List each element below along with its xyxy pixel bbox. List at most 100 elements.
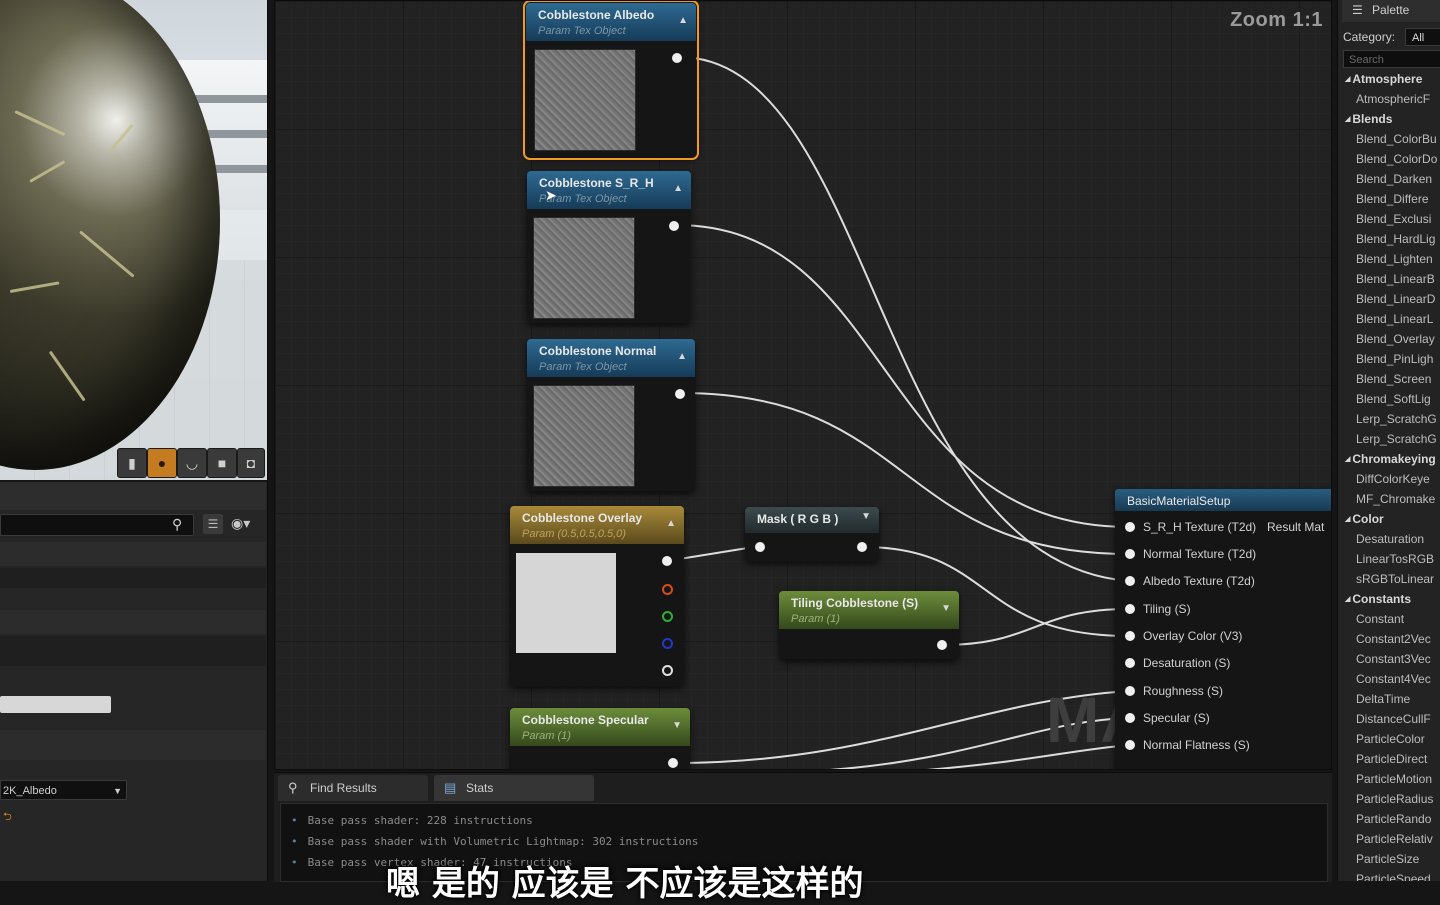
collapse-arrow-icon[interactable]: ▲ bbox=[666, 518, 676, 529]
collapse-arrow-icon[interactable]: ▲ bbox=[677, 351, 687, 362]
texture-asset-dropdown[interactable]: 2K_Albedo ▼ bbox=[0, 780, 127, 800]
preview-mesh-button[interactable]: ◘ bbox=[237, 448, 265, 478]
palette-item[interactable]: Blend_Darken bbox=[1356, 172, 1432, 186]
input-row[interactable]: Albedo Texture (T2d) bbox=[1125, 574, 1255, 588]
palette-item[interactable]: sRGBToLinear bbox=[1356, 572, 1434, 586]
palette-item[interactable]: Desaturation bbox=[1356, 532, 1424, 546]
output-pin[interactable] bbox=[857, 542, 867, 552]
palette-item[interactable]: ParticleRando bbox=[1356, 812, 1431, 826]
input-pin[interactable] bbox=[1125, 713, 1135, 723]
input-row[interactable]: Normal Texture (T2d) bbox=[1125, 547, 1256, 561]
palette-item[interactable]: Constant2Vec bbox=[1356, 632, 1431, 646]
palette-item[interactable]: Constant3Vec bbox=[1356, 652, 1431, 666]
tab-stats[interactable]: ▤ Stats bbox=[434, 775, 594, 801]
reset-arrow-icon[interactable]: ⮌ bbox=[3, 808, 12, 827]
preview-cube-button[interactable]: ■ bbox=[207, 448, 237, 478]
output-pin[interactable] bbox=[675, 389, 685, 399]
palette-category[interactable]: Atmosphere bbox=[1345, 72, 1422, 86]
tab-palette[interactable]: ☰ Palette bbox=[1342, 0, 1440, 22]
palette-search-input[interactable]: Search bbox=[1343, 50, 1440, 68]
details-value-field[interactable] bbox=[0, 696, 111, 713]
palette-item[interactable]: ParticleRadius bbox=[1356, 792, 1433, 806]
palette-item[interactable]: AtmosphericF bbox=[1356, 92, 1430, 106]
palette-category[interactable]: Constants bbox=[1345, 592, 1411, 606]
palette-item[interactable]: ParticleMotion bbox=[1356, 772, 1432, 786]
input-row[interactable]: Normal Flatness (S) bbox=[1125, 738, 1250, 752]
output-pin-a[interactable] bbox=[662, 665, 673, 676]
palette-item[interactable]: ParticleSize bbox=[1356, 852, 1419, 866]
collapse-arrow-icon[interactable]: ▲ bbox=[678, 15, 688, 26]
input-pin[interactable] bbox=[1125, 522, 1135, 532]
input-pin[interactable] bbox=[1125, 576, 1135, 586]
palette-item[interactable]: Constant4Vec bbox=[1356, 672, 1431, 686]
palette-item[interactable]: ParticleColor bbox=[1356, 732, 1425, 746]
palette-item[interactable]: Blend_Screen bbox=[1356, 372, 1431, 386]
palette-item[interactable]: Lerp_ScratchG bbox=[1356, 432, 1437, 446]
output-pin-b[interactable] bbox=[662, 638, 673, 649]
palette-category[interactable]: Color bbox=[1345, 512, 1383, 526]
collapse-arrow-icon[interactable]: ▼ bbox=[941, 603, 951, 614]
details-search-input[interactable] bbox=[0, 514, 194, 536]
node-basic-material-setup[interactable]: BasicMaterialSetup Result Mat S_R_H Text… bbox=[1115, 489, 1331, 769]
palette-item[interactable]: Blend_LinearB bbox=[1356, 272, 1435, 286]
palette-category[interactable]: Blends bbox=[1345, 112, 1392, 126]
palette-item[interactable]: Blend_ColorDo bbox=[1356, 152, 1437, 166]
palette-item[interactable]: Blend_SoftLig bbox=[1356, 392, 1431, 406]
input-row[interactable]: Roughness (S) bbox=[1125, 684, 1223, 698]
preview-cylinder-button[interactable]: ▮ bbox=[117, 448, 147, 478]
input-pin[interactable] bbox=[1125, 686, 1135, 696]
input-row[interactable]: Overlay Color (V3) bbox=[1125, 629, 1242, 643]
list-view-icon[interactable]: ☰ bbox=[203, 514, 223, 534]
palette-item[interactable]: Blend_LinearL bbox=[1356, 312, 1433, 326]
palette-item[interactable]: Constant bbox=[1356, 612, 1404, 626]
palette-item[interactable]: Blend_Exclusi bbox=[1356, 212, 1431, 226]
node-cobblestone-albedo[interactable]: Cobblestone Albedo Param Tex Object ▲ bbox=[523, 1, 699, 160]
collapse-arrow-icon[interactable]: ▲ bbox=[673, 183, 683, 194]
palette-category[interactable]: Chromakeying bbox=[1345, 452, 1435, 466]
input-pin[interactable] bbox=[1125, 631, 1135, 641]
material-preview-viewport[interactable]: ▮ ● ◡ ■ ◘ bbox=[0, 0, 268, 480]
palette-item[interactable]: ParticleSpeed bbox=[1356, 872, 1431, 881]
tab-find-results[interactable]: ⚲ Find Results bbox=[278, 775, 428, 801]
output-pin-r[interactable] bbox=[662, 584, 673, 595]
details-section-row[interactable] bbox=[0, 610, 266, 634]
palette-item[interactable]: Blend_Differe bbox=[1356, 192, 1429, 206]
input-pin[interactable] bbox=[755, 542, 765, 552]
palette-item[interactable]: DeltaTime bbox=[1356, 692, 1410, 706]
details-section-row[interactable] bbox=[0, 542, 266, 566]
preview-sphere-button[interactable]: ● bbox=[147, 448, 177, 478]
output-pin-rgb[interactable] bbox=[662, 556, 672, 566]
details-section-row[interactable] bbox=[0, 730, 266, 760]
output-pin[interactable] bbox=[669, 221, 679, 231]
palette-item[interactable]: Blend_LinearD bbox=[1356, 292, 1435, 306]
node-mask-rgb[interactable]: Mask ( R G B ) ▼ bbox=[745, 507, 879, 561]
palette-item[interactable]: Blend_Lighten bbox=[1356, 252, 1433, 266]
palette-item[interactable]: MF_Chromake bbox=[1356, 492, 1435, 506]
preview-plane-button[interactable]: ◡ bbox=[177, 448, 207, 478]
palette-item[interactable]: DiffColorKeye bbox=[1356, 472, 1430, 486]
node-tiling-cobblestone[interactable]: Tiling Cobblestone (S) Param (1) ▼ bbox=[779, 591, 959, 659]
node-cobblestone-overlay[interactable]: Cobblestone Overlay Param (0.5,0.5,0.5,0… bbox=[510, 506, 684, 686]
input-pin[interactable] bbox=[1125, 658, 1135, 668]
palette-item[interactable]: ParticleRelativ bbox=[1356, 832, 1433, 846]
palette-item[interactable]: Blend_ColorBu bbox=[1356, 132, 1437, 146]
palette-item[interactable]: ParticleDirect bbox=[1356, 752, 1427, 766]
input-pin[interactable] bbox=[1125, 549, 1135, 559]
eye-icon[interactable]: ◉▾ bbox=[231, 515, 250, 532]
input-row[interactable]: Specular (S) bbox=[1125, 711, 1210, 725]
input-pin[interactable] bbox=[1125, 604, 1135, 614]
palette-item[interactable]: Blend_HardLig bbox=[1356, 232, 1435, 246]
output-pin[interactable] bbox=[937, 640, 947, 650]
input-row[interactable]: S_R_H Texture (T2d) bbox=[1125, 520, 1256, 534]
output-pin[interactable] bbox=[668, 758, 678, 768]
collapse-arrow-icon[interactable]: ▼ bbox=[672, 720, 682, 731]
palette-item[interactable]: Lerp_ScratchG bbox=[1356, 412, 1437, 426]
palette-item[interactable]: LinearTosRGB bbox=[1356, 552, 1434, 566]
node-cobblestone-normal[interactable]: Cobblestone Normal Param Tex Object ▲ bbox=[527, 339, 695, 491]
input-row[interactable]: Desaturation (S) bbox=[1125, 656, 1230, 670]
output-pin[interactable] bbox=[672, 53, 682, 63]
input-row[interactable]: Tiling (S) bbox=[1125, 602, 1191, 616]
palette-item[interactable]: Blend_Overlay bbox=[1356, 332, 1435, 346]
collapse-arrow-icon[interactable]: ▼ bbox=[861, 511, 871, 522]
input-pin[interactable] bbox=[1125, 740, 1135, 750]
